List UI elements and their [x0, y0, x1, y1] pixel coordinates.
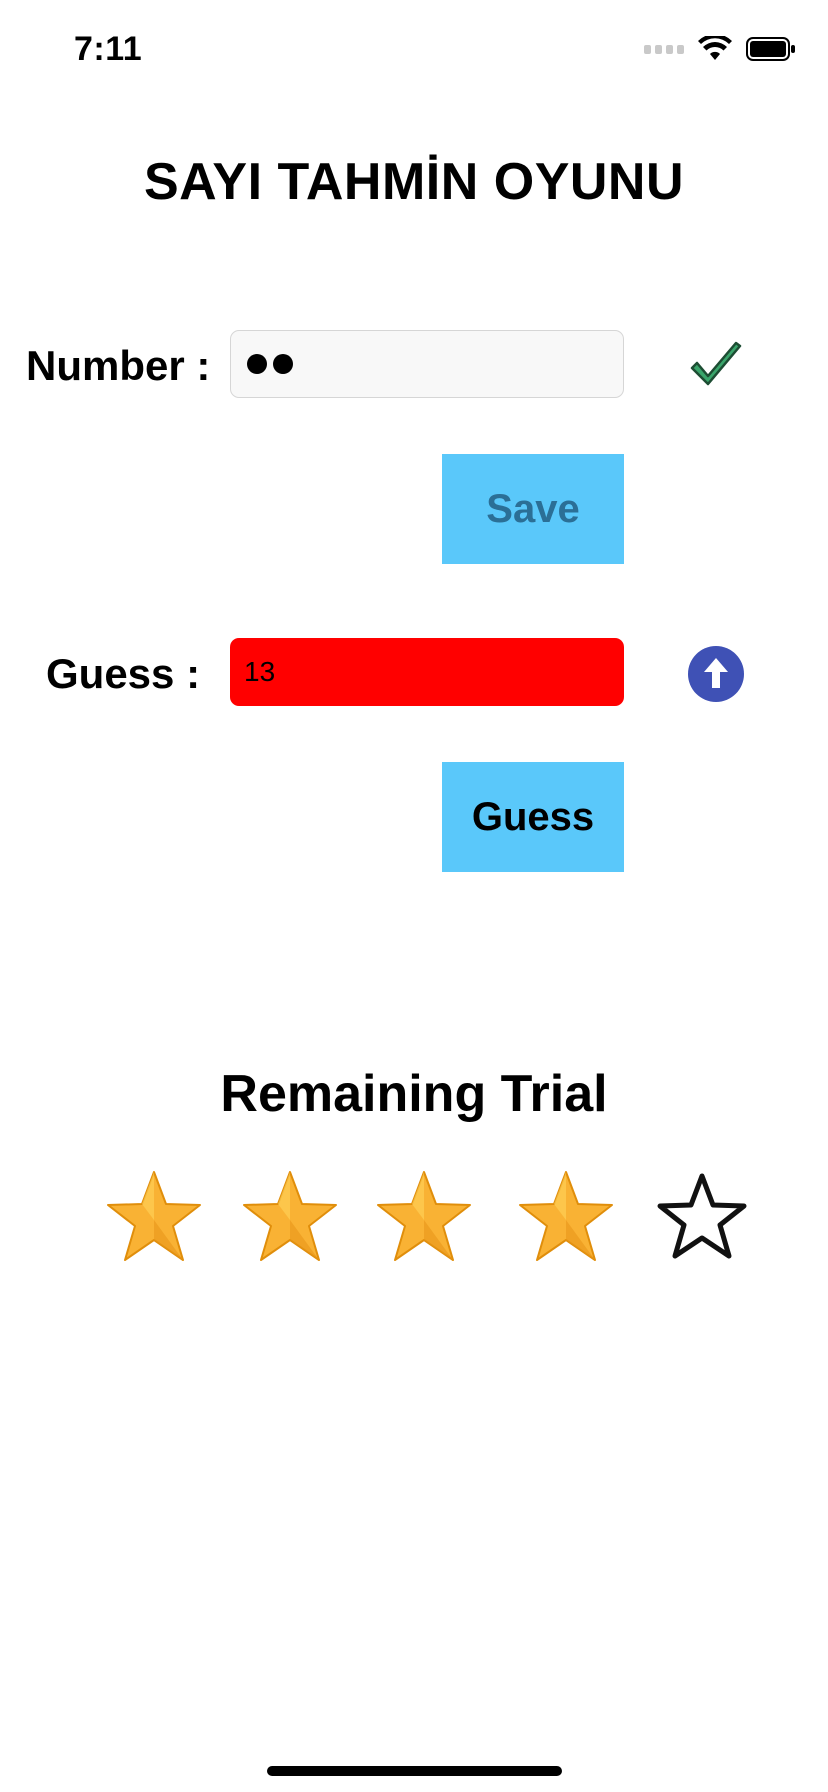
- battery-icon: [746, 37, 795, 61]
- star-empty-icon: [657, 1173, 747, 1259]
- remaining-trial-title: Remaining Trial: [220, 1065, 608, 1123]
- wifi-icon: [698, 36, 732, 60]
- guess-button[interactable]: Guess: [442, 762, 624, 872]
- star-filled-icon: [243, 1171, 337, 1261]
- save-button[interactable]: Save: [442, 454, 624, 564]
- checkmark-icon: [690, 341, 742, 386]
- number-input[interactable]: [230, 330, 624, 398]
- remaining-stars: [0, 1168, 828, 1264]
- cellular-signal-icon: [644, 44, 684, 54]
- status-time: 7:11: [74, 30, 143, 68]
- page-title: SAYI TAHMİN OYUNU: [143, 153, 685, 211]
- arrow-up-icon: [688, 646, 744, 702]
- home-indicator[interactable]: [267, 1766, 562, 1776]
- guess-label: Guess :: [46, 650, 201, 697]
- number-label: Number :: [26, 342, 211, 389]
- star-filled-icon: [107, 1171, 201, 1261]
- star-filled-icon: [519, 1171, 613, 1261]
- star-filled-icon: [377, 1171, 471, 1261]
- status-icons: [644, 36, 796, 62]
- masked-value-dots: [247, 354, 293, 374]
- guess-input[interactable]: 13: [230, 638, 624, 706]
